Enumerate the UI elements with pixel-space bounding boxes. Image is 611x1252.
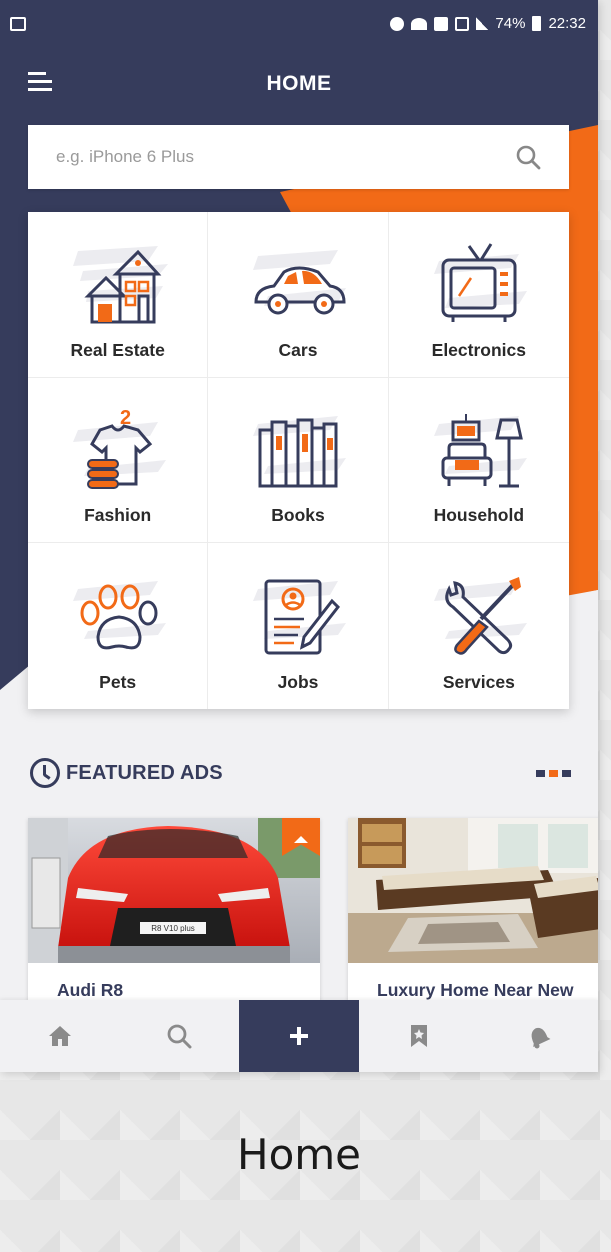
car-icon — [252, 250, 346, 315]
tools-icon — [433, 577, 527, 656]
nav-notifications[interactable] — [478, 1000, 598, 1072]
tshirt-icon: 2 — [72, 407, 166, 489]
category-electronics[interactable]: Electronics — [388, 212, 569, 378]
search-icon[interactable] — [515, 144, 541, 170]
house-icon — [72, 246, 168, 324]
ad-title: Luxury Home Near New — [377, 980, 574, 1000]
status-icons: 74% 22:32 — [390, 15, 586, 32]
screen-caption: Home — [236, 1130, 362, 1179]
sofa-lamp-icon — [433, 413, 527, 488]
ad-image: R8 V10 plus — [28, 818, 320, 963]
category-pets[interactable]: Pets — [28, 543, 209, 709]
phone-screen: 74% 22:32 HOME e.g. iPhone 6 Plus Real E… — [0, 0, 598, 1072]
page-title: HOME — [266, 72, 332, 95]
nav-saved[interactable] — [359, 1000, 479, 1072]
category-label: Household — [433, 505, 525, 526]
category-label: Real Estate — [70, 339, 165, 360]
books-icon — [252, 415, 346, 488]
featured-ads-header: FEATURED ADS — [30, 755, 575, 791]
gallery-notification-icon — [10, 17, 26, 31]
ad-title: Audi R8 — [57, 980, 124, 1000]
category-fashion[interactable]: 2 Fashion — [28, 377, 209, 544]
search-bar — [28, 125, 569, 189]
paw-icon — [72, 581, 166, 650]
resume-icon — [252, 579, 346, 655]
category-label: Fashion — [84, 505, 152, 526]
data-icon — [455, 16, 470, 31]
ad-card-luxury-home[interactable]: Luxury Home Near New — [348, 818, 598, 1003]
app-bar: HOME — [0, 50, 598, 120]
category-label: Jobs — [277, 672, 319, 692]
category-books[interactable]: Books — [208, 377, 389, 544]
tv-icon — [433, 243, 527, 322]
search-icon — [167, 1024, 192, 1049]
category-household[interactable]: Household — [388, 378, 569, 544]
category-label: Cars — [278, 339, 318, 360]
category-jobs[interactable]: Jobs — [208, 543, 389, 709]
status-bar: 74% 22:32 — [0, 0, 598, 50]
plus-icon — [289, 1027, 308, 1045]
category-services[interactable]: Services — [389, 543, 569, 709]
red-car-photo: R8 V10 plus — [28, 818, 320, 963]
more-dots-icon[interactable] — [536, 770, 571, 777]
nav-add[interactable] — [239, 1000, 359, 1072]
alarm-icon — [390, 16, 405, 31]
home-icon — [48, 1026, 71, 1046]
search-input[interactable] — [56, 147, 515, 167]
bookmark-icon — [410, 1025, 427, 1047]
nav-home[interactable] — [0, 1000, 120, 1072]
category-label: Electronics — [431, 339, 526, 360]
section-title: FEATURED ADS — [66, 761, 223, 784]
clock-icon — [30, 758, 60, 788]
ad-card-audi-r8[interactable]: R8 V10 plus Audi R8 — [28, 818, 320, 1003]
signal-icon — [476, 17, 489, 30]
nav-search[interactable] — [120, 1000, 240, 1072]
wifi-icon — [411, 17, 428, 30]
category-cars[interactable]: Cars — [208, 212, 389, 378]
category-label: Pets — [99, 672, 137, 692]
battery-percent: 74% — [495, 15, 526, 32]
license-plate: R8 V10 plus — [151, 924, 195, 933]
category-label: Books — [271, 505, 325, 526]
category-label: Services — [442, 672, 515, 692]
battery-icon — [532, 16, 542, 31]
living-room-photo — [348, 818, 598, 963]
bell-icon — [531, 1027, 551, 1049]
clock-time: 22:32 — [548, 15, 586, 32]
category-real-estate[interactable]: Real Estate — [28, 212, 209, 378]
ad-image — [348, 818, 598, 963]
notification-icon — [434, 16, 449, 31]
category-grid: Real Estate Cars Electronics 2 Fashion B… — [28, 212, 569, 709]
bottom-navigation — [0, 1000, 598, 1072]
